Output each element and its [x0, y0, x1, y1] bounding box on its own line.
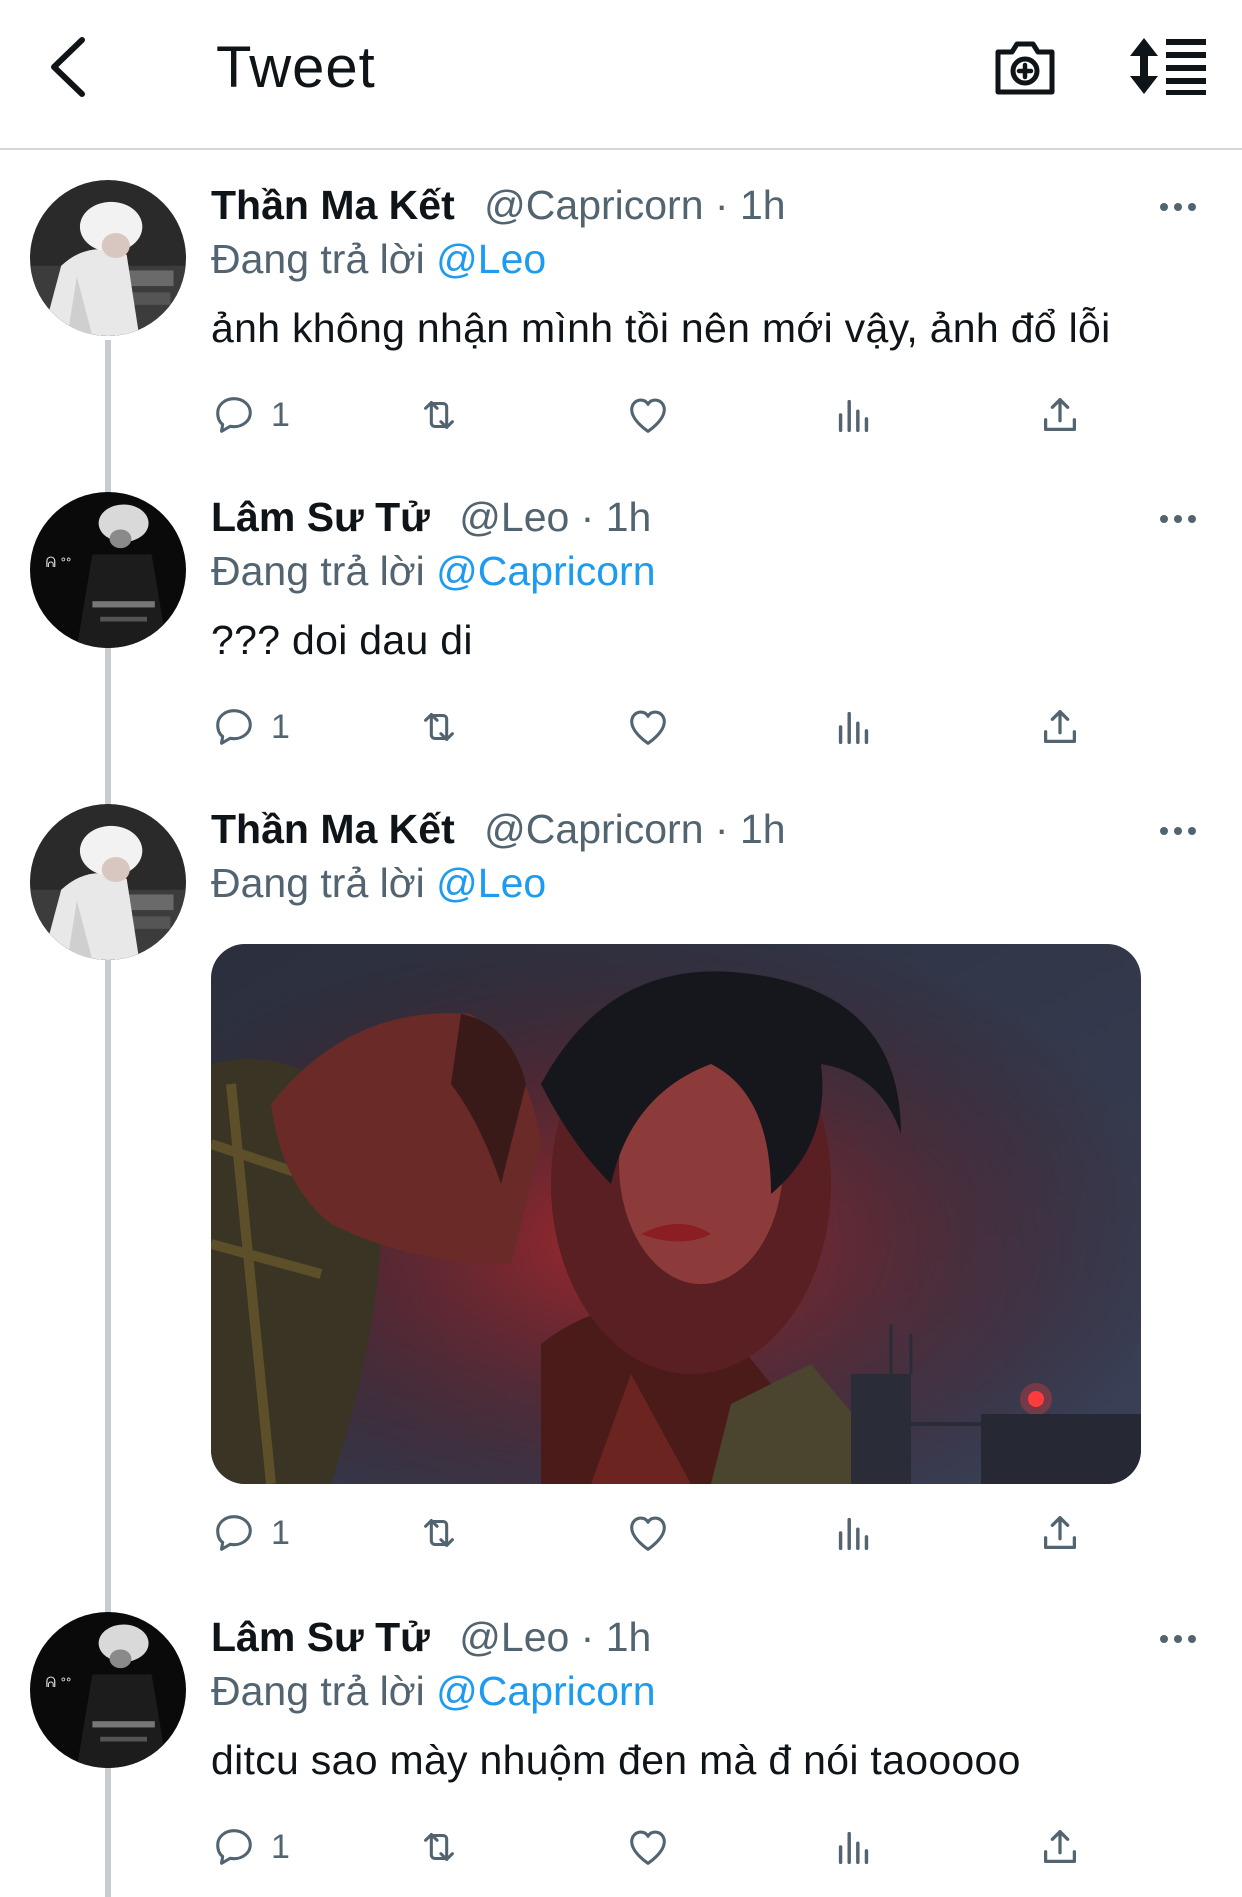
reply-icon	[211, 704, 257, 750]
stats-icon	[831, 1510, 877, 1556]
display-name[interactable]: Lâm Sư Tử	[211, 1614, 430, 1660]
more-options-icon[interactable]	[1158, 200, 1198, 214]
like-button[interactable]	[625, 1508, 671, 1558]
reply-icon	[211, 1510, 257, 1556]
more-options-icon[interactable]	[1158, 512, 1198, 526]
retweet-button[interactable]	[416, 1508, 462, 1558]
heart-icon	[625, 1824, 671, 1870]
heart-icon	[625, 704, 671, 750]
reply-count: 1	[271, 707, 290, 746]
mention-link[interactable]: @Capricorn	[436, 1668, 655, 1714]
reply-count: 1	[271, 395, 290, 434]
reply-prefix: Đang trả lời	[211, 236, 425, 282]
tweet-actions: 1	[211, 1508, 1111, 1558]
share-button[interactable]	[1037, 1508, 1083, 1558]
retweet-button[interactable]	[416, 390, 462, 440]
analytics-button[interactable]	[831, 1508, 877, 1558]
like-button[interactable]	[625, 1822, 671, 1872]
share-icon	[1037, 704, 1083, 750]
handle-time: @Leo · 1h	[459, 494, 652, 540]
retweet-icon	[416, 1824, 462, 1870]
tweet-actions: 1	[211, 1822, 1111, 1872]
like-button[interactable]	[625, 702, 671, 752]
display-name[interactable]: Lâm Sư Tử	[211, 494, 430, 540]
heart-icon	[625, 1510, 671, 1556]
sort-icon[interactable]	[1128, 36, 1208, 96]
analytics-button[interactable]	[831, 1822, 877, 1872]
reply-prefix: Đang trả lời	[211, 1668, 425, 1714]
share-button[interactable]	[1037, 702, 1083, 752]
stats-icon	[831, 704, 877, 750]
retweet-button[interactable]	[416, 1822, 462, 1872]
reply-prefix: Đang trả lời	[211, 860, 425, 906]
analytics-button[interactable]	[831, 702, 877, 752]
reply-icon	[211, 392, 257, 438]
camera-plus-icon[interactable]	[992, 36, 1058, 98]
avatar[interactable]	[30, 180, 186, 336]
retweet-icon	[416, 392, 462, 438]
reply-count: 1	[271, 1827, 290, 1866]
avatar[interactable]	[30, 492, 186, 648]
tweet-text: ảnh không nhận mình tồi nên mới vậy, ảnh…	[211, 305, 1111, 351]
analytics-button[interactable]	[831, 390, 877, 440]
tweet-text: ditcu sao mày nhuộm đen mà đ nói taooooo	[211, 1737, 1021, 1783]
like-button[interactable]	[625, 390, 671, 440]
display-name[interactable]: Thần Ma Kết	[211, 806, 455, 852]
tweet-actions: 1	[211, 702, 1111, 752]
back-arrow-icon[interactable]	[40, 32, 100, 102]
handle-time: @Capricorn · 1h	[484, 806, 786, 852]
avatar[interactable]	[30, 804, 186, 960]
share-icon	[1037, 392, 1083, 438]
reply-button[interactable]: 1	[211, 702, 290, 752]
avatar[interactable]	[30, 1612, 186, 1768]
share-button[interactable]	[1037, 390, 1083, 440]
mention-link[interactable]: @Capricorn	[436, 548, 655, 594]
tweet-photo[interactable]	[211, 944, 1141, 1484]
more-options-icon[interactable]	[1158, 824, 1198, 838]
retweet-icon	[416, 1510, 462, 1556]
reply-icon	[211, 1824, 257, 1870]
share-icon	[1037, 1510, 1083, 1556]
heart-icon	[625, 392, 671, 438]
top-bar: Tweet	[0, 0, 1242, 150]
mention-link[interactable]: @Leo	[436, 860, 546, 906]
display-name[interactable]: Thần Ma Kết	[211, 182, 455, 228]
tweet-actions: 1	[211, 390, 1111, 440]
reply-button[interactable]: 1	[211, 1822, 290, 1872]
handle-time: @Capricorn · 1h	[484, 182, 786, 228]
stats-icon	[831, 392, 877, 438]
retweet-icon	[416, 704, 462, 750]
share-icon	[1037, 1824, 1083, 1870]
page-title: Tweet	[216, 35, 376, 100]
tweet-text: ??? doi dau di	[211, 617, 473, 663]
reply-count: 1	[271, 1513, 290, 1552]
reply-prefix: Đang trả lời	[211, 548, 425, 594]
reply-button[interactable]: 1	[211, 1508, 290, 1558]
share-button[interactable]	[1037, 1822, 1083, 1872]
mention-link[interactable]: @Leo	[436, 236, 546, 282]
more-options-icon[interactable]	[1158, 1632, 1198, 1646]
handle-time: @Leo · 1h	[459, 1614, 652, 1660]
retweet-button[interactable]	[416, 702, 462, 752]
stats-icon	[831, 1824, 877, 1870]
reply-button[interactable]: 1	[211, 390, 290, 440]
